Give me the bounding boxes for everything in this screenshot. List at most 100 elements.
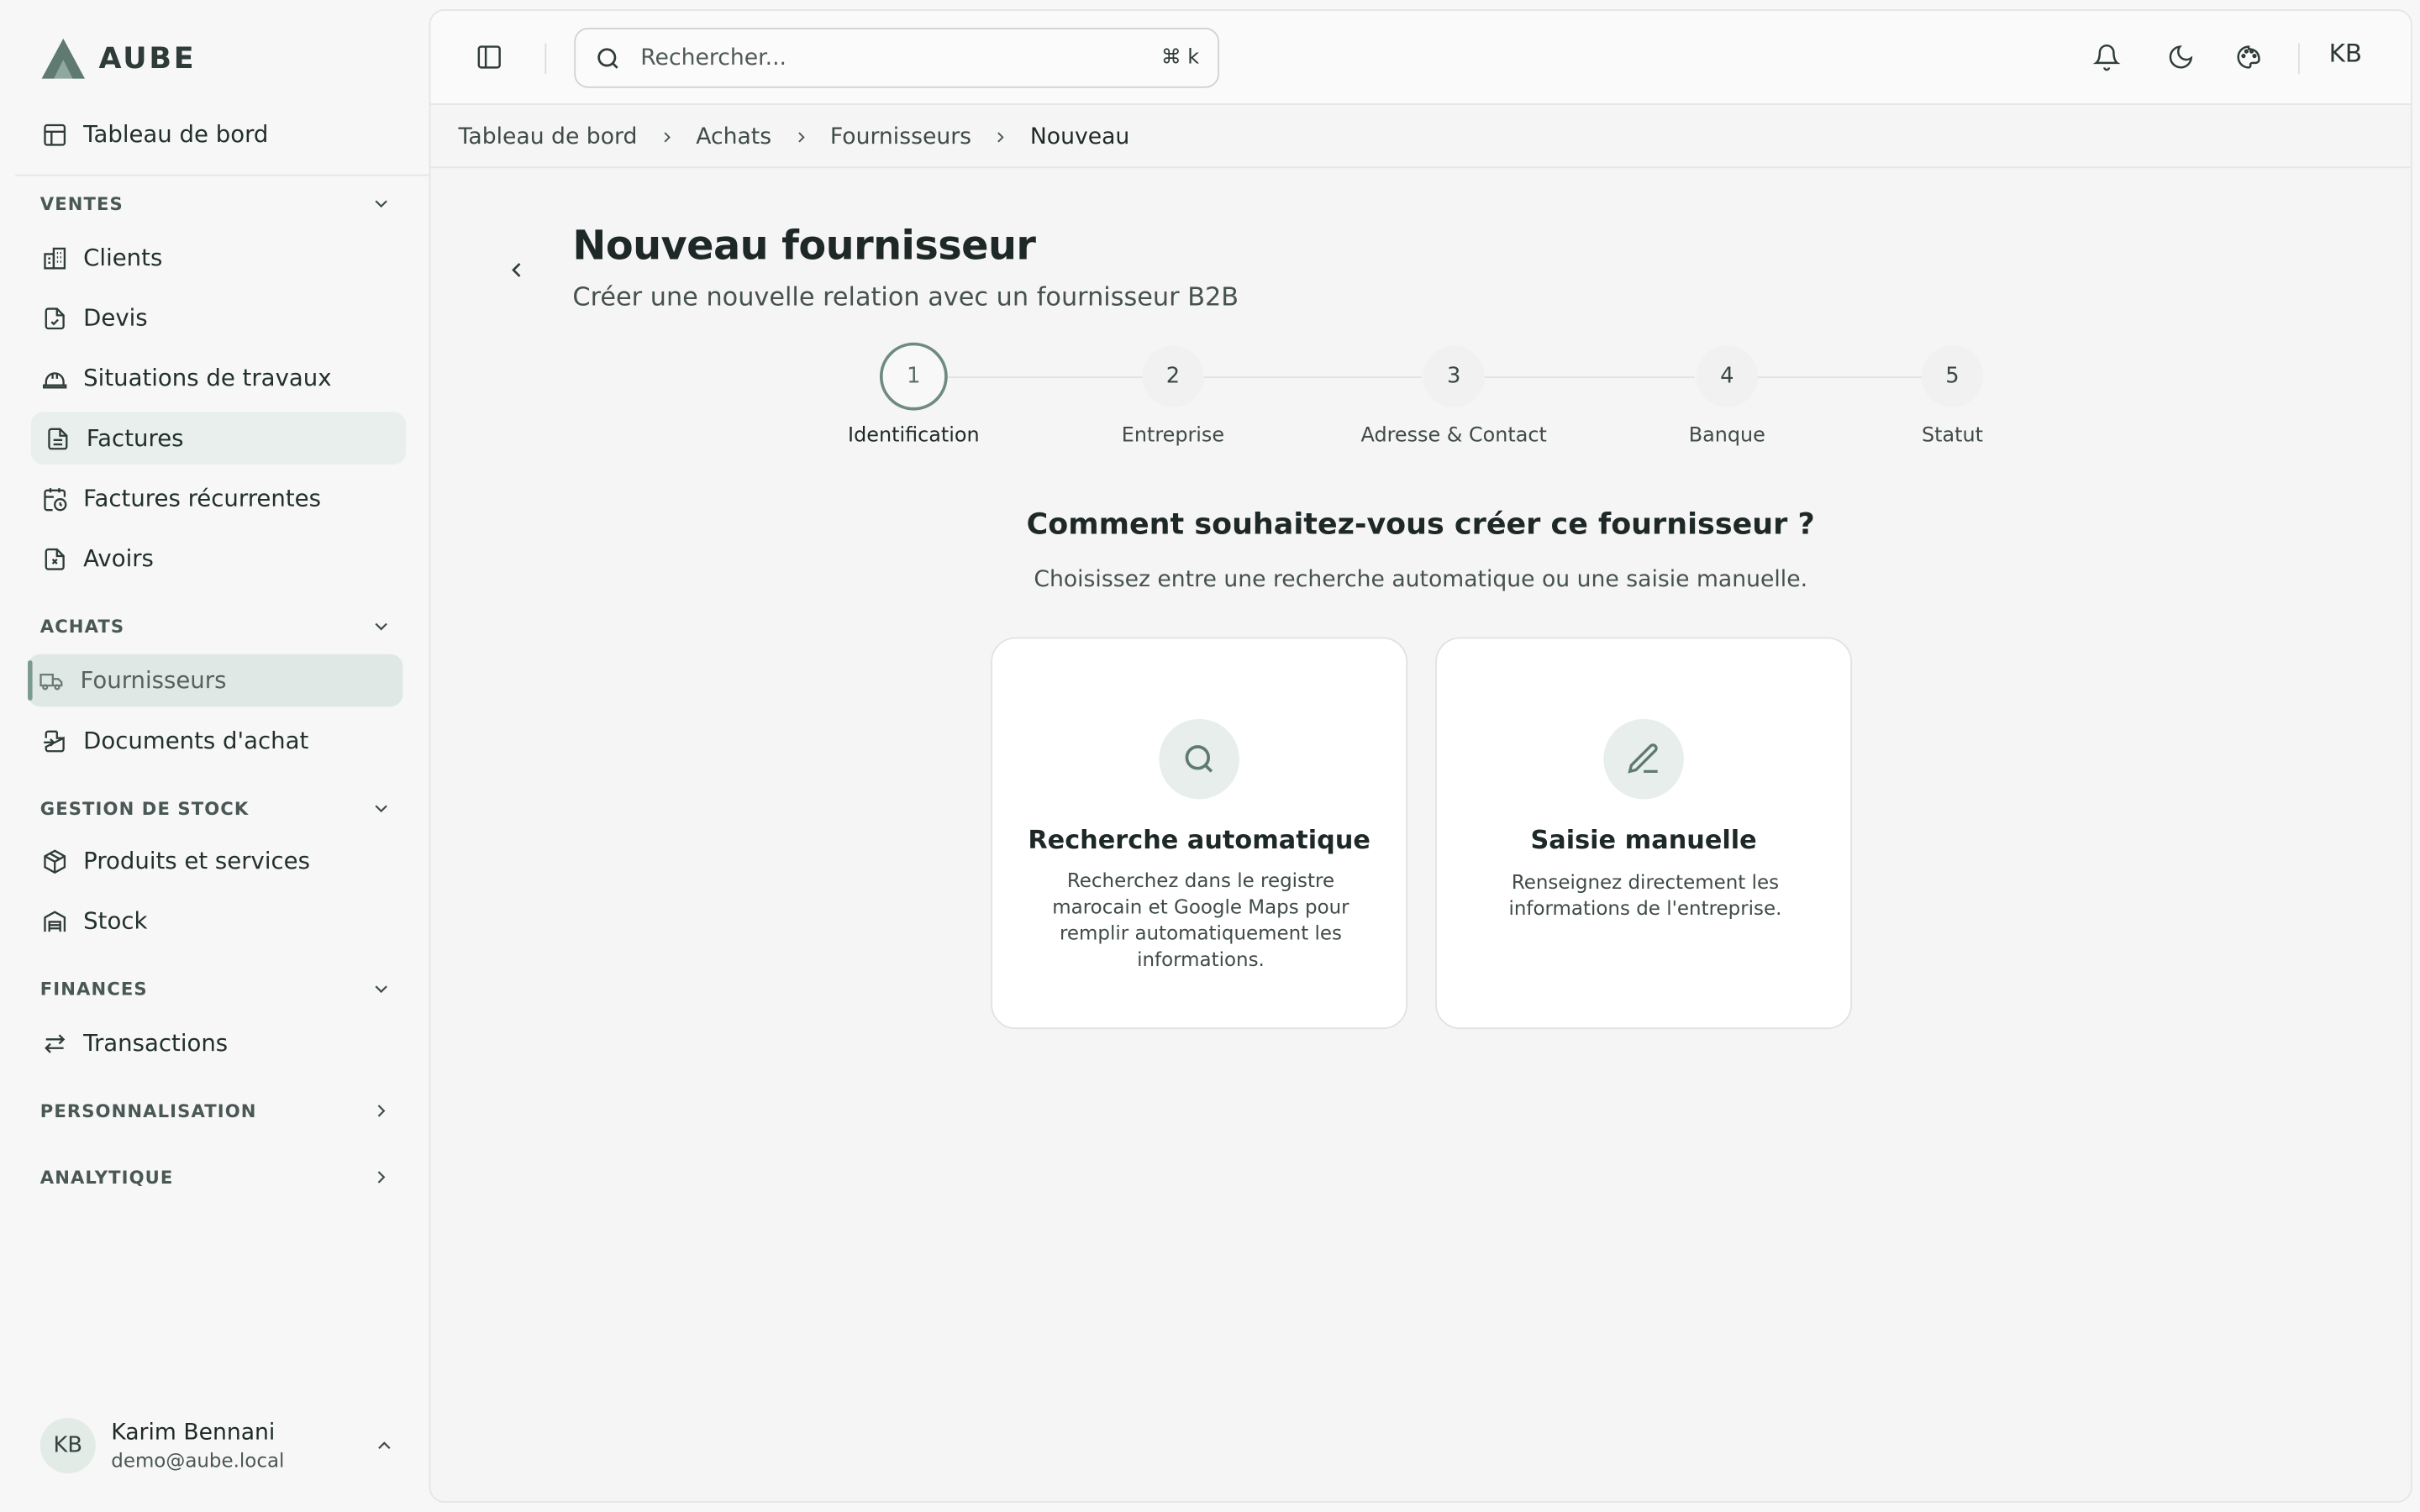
divider — [544, 43, 547, 75]
chevron-down-icon — [375, 622, 387, 631]
warehouse-icon — [40, 907, 68, 935]
chevron-down-icon — [375, 805, 387, 813]
section-analytique[interactable]: ANALYTIQUE — [40, 1162, 392, 1193]
search-input[interactable]: Rechercher... ⌘ k — [574, 28, 1220, 88]
divider — [430, 166, 2411, 169]
breadcrumb-item[interactable]: Fournisseurs — [830, 125, 971, 150]
main-panel: Rechercher... ⌘ k KB Tableau de bord Ach… — [429, 9, 2412, 1503]
sidebar-item-label: Situations de travaux — [83, 364, 332, 392]
panel-left-icon — [477, 45, 501, 69]
step-5-label: Statut — [1921, 424, 1983, 448]
sidebar-item-dashboard[interactable]: Tableau de bord — [31, 108, 406, 160]
step-1-circle[interactable]: 1 — [879, 342, 948, 411]
chevron-left-icon — [512, 262, 521, 277]
section-label: FINANCES — [39, 978, 148, 1000]
step-connector — [947, 376, 1144, 378]
breadcrumb-current: Nouveau — [1029, 124, 1130, 150]
chevron-down-icon — [375, 985, 387, 994]
breadcrumb-item[interactable]: Achats — [696, 125, 771, 150]
section-label: GESTION DE STOCK — [39, 797, 250, 820]
question-subtitle: Choisissez entre une recherche automatiq… — [1034, 567, 1808, 593]
sidebar-item-transactions[interactable]: Transactions — [31, 1016, 406, 1068]
logo-text: AUBE — [98, 41, 197, 76]
search-icon — [597, 47, 618, 68]
divider — [2297, 43, 2300, 75]
option-description: Renseignez directement les informations … — [1508, 869, 1782, 920]
file-x-icon — [40, 544, 68, 572]
step-3-circle[interactable]: 3 — [1423, 345, 1485, 407]
section-gestion-stock[interactable]: GESTION DE STOCK — [40, 793, 392, 824]
chevron-right-icon — [798, 132, 805, 143]
chevron-right-icon — [377, 1105, 386, 1117]
avatar: KB — [39, 1417, 96, 1474]
file-text-icon — [43, 424, 71, 452]
user-menu[interactable]: KB Karim Bennani demo@aube.local — [39, 1413, 395, 1478]
user-name: Karim Bennani — [111, 1420, 276, 1446]
sidebar-item-factures-recurrentes[interactable]: Factures récurrentes — [31, 472, 406, 524]
option-title: Recherche automatique — [1028, 825, 1370, 855]
palette-icon — [2237, 45, 2260, 69]
bell-icon — [2092, 45, 2121, 71]
section-personnalisation[interactable]: PERSONNALISATION — [40, 1095, 392, 1126]
chevron-up-icon — [378, 1441, 391, 1449]
sidebar-item-produits[interactable]: Produits et services — [31, 835, 406, 887]
sidebar-item-label: Documents d'achat — [83, 727, 309, 755]
step-2-circle[interactable]: 2 — [1142, 345, 1204, 407]
section-finances[interactable]: FINANCES — [40, 974, 392, 1005]
sidebar-item-factures[interactable]: Factures — [30, 412, 407, 465]
option-description: Recherchez dans le registre marocain et … — [1052, 869, 1349, 971]
option-card-auto-search[interactable]: Recherche automatique Recherchez dans le… — [991, 637, 1408, 1030]
back-button[interactable] — [500, 253, 534, 286]
calendar-clock-icon — [40, 485, 68, 512]
sidebar-item-label: Stock — [83, 907, 148, 936]
sidebar-item-clients[interactable]: Clients — [31, 232, 406, 284]
sidebar-item-devis[interactable]: Devis — [31, 291, 406, 344]
sidebar-item-documents-achat[interactable]: Documents d'achat — [31, 714, 406, 766]
step-3-label: Adresse & Contact — [1360, 424, 1547, 448]
sidebar-item-label: Produits et services — [83, 847, 310, 875]
theme-toggle-button[interactable] — [2160, 37, 2201, 77]
step-4-label: Banque — [1688, 424, 1765, 448]
section-ventes[interactable]: VENTES — [40, 188, 392, 219]
section-label: ANALYTIQUE — [39, 1166, 174, 1189]
sidebar-item-label: Factures récurrentes — [83, 484, 321, 512]
chevron-right-icon — [997, 132, 1005, 143]
palette-button[interactable] — [2228, 37, 2269, 77]
option-card-manual-entry[interactable]: Saisie manuelle Renseignez directement l… — [1435, 637, 1853, 1030]
divider — [15, 174, 429, 176]
sidebar-item-fournisseurs[interactable]: Fournisseurs — [28, 654, 403, 707]
notifications-button[interactable] — [2086, 37, 2127, 77]
topbar: Rechercher... ⌘ k KB — [430, 10, 2411, 105]
logo-icon — [41, 38, 86, 79]
sidebar-item-avoirs[interactable]: Avoirs — [31, 533, 406, 585]
sidebar-item-label: Transactions — [83, 1029, 229, 1058]
page-title: Nouveau fournisseur — [572, 223, 1036, 270]
hard-hat-icon — [40, 364, 68, 391]
question-title: Comment souhaitez-vous créer ce fourniss… — [1026, 507, 1815, 542]
arrows-exchange-icon — [40, 1029, 68, 1057]
step-connector — [1756, 376, 1922, 378]
sidebar-item-label: Clients — [83, 244, 163, 272]
user-info: Karim Bennani demo@aube.local — [111, 1420, 358, 1472]
logo[interactable]: AUBE — [40, 37, 197, 80]
step-1-label: Identification — [848, 424, 980, 448]
sidebar-item-stock[interactable]: Stock — [31, 895, 406, 947]
toggle-sidebar-button[interactable] — [469, 37, 509, 77]
user-email: demo@aube.local — [111, 1447, 285, 1472]
breadcrumb-item[interactable]: Tableau de bord — [459, 125, 638, 150]
section-label: PERSONNALISATION — [39, 1100, 257, 1122]
moon-icon — [2169, 45, 2193, 69]
package-icon — [40, 847, 68, 874]
sidebar-item-situations[interactable]: Situations de travaux — [31, 352, 406, 404]
section-label: ACHATS — [39, 615, 125, 638]
section-label: VENTES — [39, 192, 124, 215]
step-4-circle[interactable]: 4 — [1696, 345, 1759, 407]
section-achats[interactable]: ACHATS — [40, 611, 392, 642]
chevron-right-icon — [377, 1171, 386, 1184]
avatar[interactable]: KB — [2329, 39, 2362, 68]
search-placeholder: Rechercher... — [640, 45, 787, 71]
step-5-circle[interactable]: 5 — [1921, 345, 1984, 407]
sidebar-item-label: Tableau de bord — [83, 120, 269, 149]
sidebar-item-label: Avoirs — [83, 544, 154, 573]
sidebar-item-label: Fournisseurs — [80, 666, 227, 695]
